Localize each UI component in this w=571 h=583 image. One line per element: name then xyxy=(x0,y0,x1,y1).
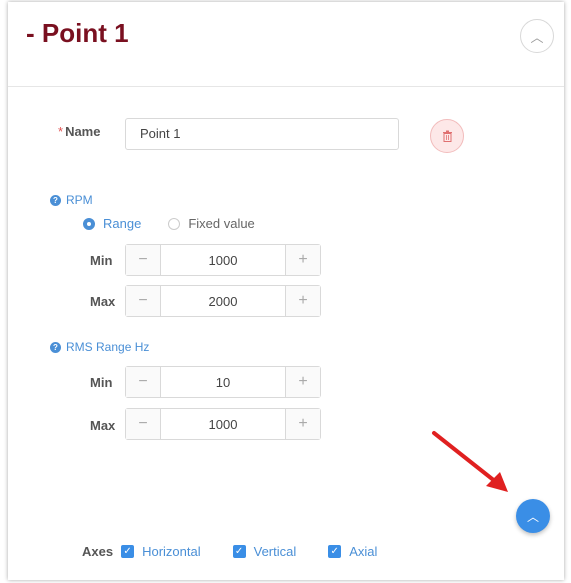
checkbox-vertical-label[interactable]: Vertical xyxy=(254,544,297,559)
point-card: - Point 1 ︿ * Name Point 1 ? RPM Range Fi… xyxy=(8,2,564,580)
checkbox-horizontal[interactable]: ✓ xyxy=(121,545,135,558)
axes-row: Axes ✓ Horizontal ✓ Vertical ✓ Axial xyxy=(82,544,409,559)
red-arrow-icon xyxy=(432,431,508,492)
checkbox-vertical[interactable]: ✓ xyxy=(232,545,246,558)
axes-label: Axes xyxy=(82,544,114,559)
scroll-to-top-button[interactable]: ︿ xyxy=(516,499,550,533)
checkbox-axial[interactable]: ✓ xyxy=(328,545,342,558)
checkbox-axial-label[interactable]: Axial xyxy=(349,544,377,559)
chevron-up-icon: ︿ xyxy=(526,509,539,524)
checkbox-horizontal-label[interactable]: Horizontal xyxy=(142,544,201,559)
